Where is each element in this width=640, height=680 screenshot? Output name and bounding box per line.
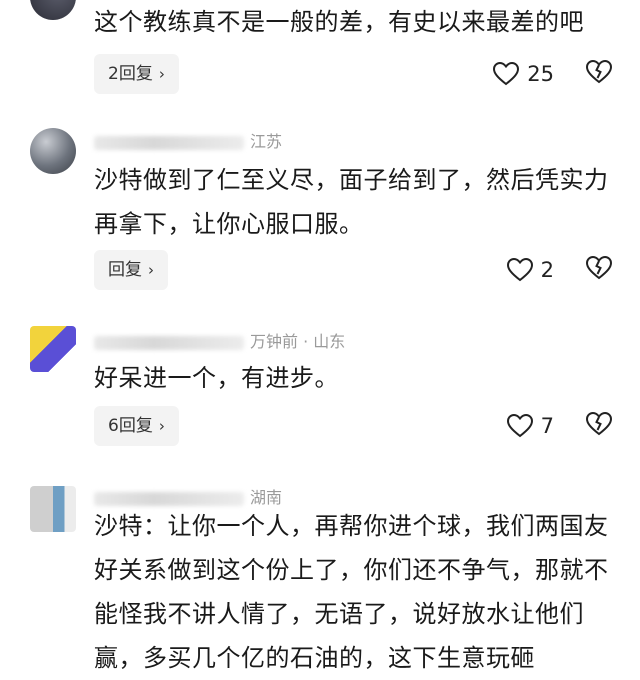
reply-count: 2回复 [108,64,153,84]
like-button[interactable]: 25 [493,54,554,94]
comment-text: 沙特做到了仁至义尽，面子给到了，然后凭实力再拿下，让你心服口服。 [94,166,609,238]
reply-count: 回复 [108,260,142,280]
reply-button[interactable]: 2回复 › [94,54,179,94]
avatar[interactable] [30,128,76,174]
avatar[interactable] [30,326,76,372]
broken-heart-icon [585,411,613,436]
comment-text: 好呆进一个，有进步。 [94,364,339,392]
comment-meta: 万钟前 · 山东 [94,328,345,352]
dislike-button[interactable] [585,411,613,440]
like-button[interactable]: 7 [506,406,554,446]
reply-button[interactable]: 6回复 › [94,406,179,446]
username-blurred [94,335,244,350]
avatar[interactable] [30,0,76,20]
heart-icon [506,414,533,438]
comment-text: 沙特：让你一个人，再帮你进个球，我们两国友好关系做到这个份上了，你们还不争气，那… [94,512,609,672]
broken-heart-icon [585,59,613,84]
reply-button[interactable]: 回复 › [94,250,168,290]
chevron-right-icon: › [148,261,154,279]
avatar[interactable] [30,486,76,532]
heart-icon [493,62,520,86]
username-blurred [94,135,244,150]
dislike-button[interactable] [585,59,613,88]
comment-text: 这个教练真不是一般的差，有史以来最差的吧 [94,8,584,36]
chevron-right-icon: › [158,65,165,83]
dislike-button[interactable] [585,255,613,284]
heart-icon [506,258,533,282]
like-button[interactable]: 2 [506,250,554,290]
like-count: 25 [527,62,554,86]
reply-count: 6回复 [108,416,153,436]
comment-meta: 江苏 [94,128,282,152]
like-count: 7 [540,414,554,438]
like-count: 2 [540,258,554,282]
broken-heart-icon [585,255,613,280]
chevron-right-icon: › [158,417,165,435]
